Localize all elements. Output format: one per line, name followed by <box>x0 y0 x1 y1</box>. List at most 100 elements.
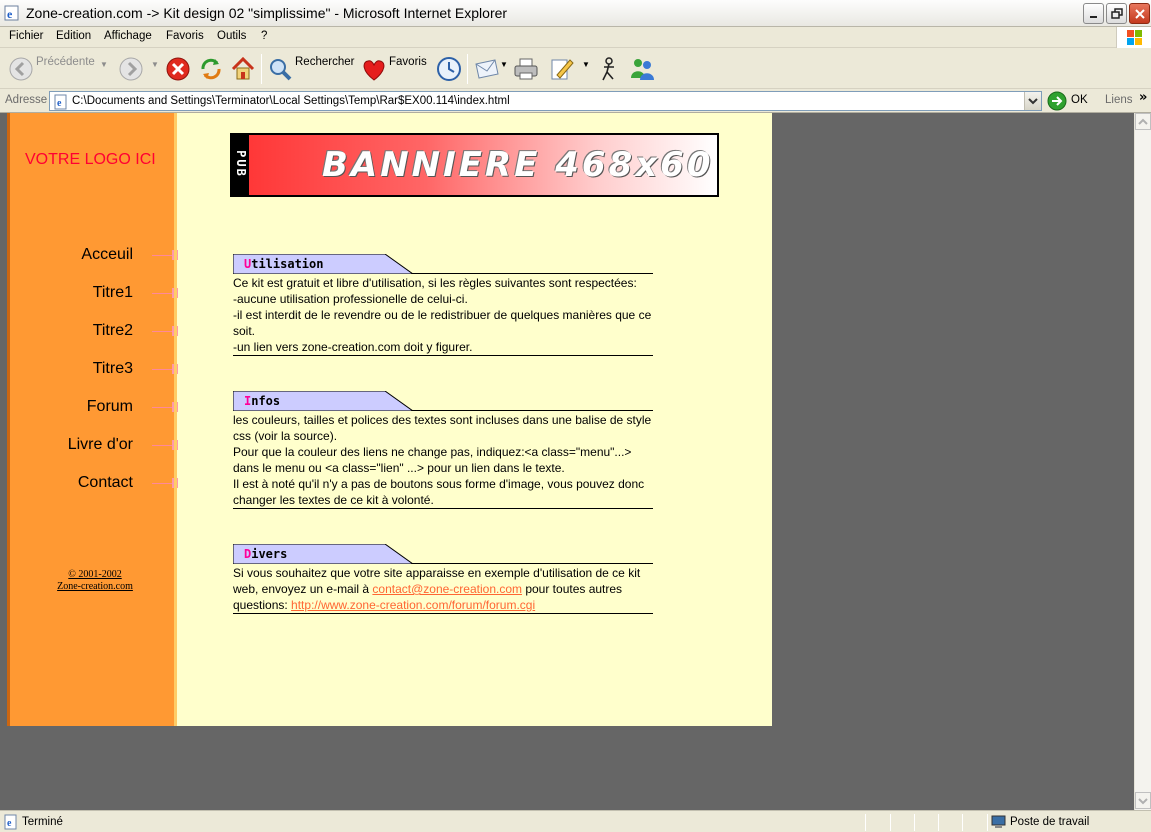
nav-connector <box>152 483 174 484</box>
minimize-button[interactable] <box>1083 3 1104 24</box>
status-separator <box>914 814 915 831</box>
restore-icon <box>1111 8 1123 19</box>
history-icon[interactable] <box>435 54 463 84</box>
paragraph: Pour que la couleur des liens ne change … <box>233 445 632 475</box>
back-button[interactable]: Précédente <box>36 56 95 68</box>
toolbar-separator <box>261 54 262 84</box>
toolbar: Précédente ▼ ▼ Rechercher Favoris ▼ ▼ <box>0 48 1151 89</box>
page-done-icon: e <box>4 814 17 830</box>
menu-favoris[interactable]: Favoris <box>166 30 204 42</box>
print-icon[interactable] <box>512 54 540 84</box>
nav-connector <box>152 293 174 294</box>
menu-outils[interactable]: Outils <box>217 30 246 42</box>
address-input[interactable]: e C:\Documents and Settings\Terminator\L… <box>49 91 1042 111</box>
nav-link-contact[interactable]: Contact <box>78 474 133 492</box>
nav-connector <box>152 331 174 332</box>
nav-link-titre1[interactable]: Titre1 <box>93 284 133 302</box>
address-label: Adresse <box>5 94 48 106</box>
address-bar: Adresse e C:\Documents and Settings\Term… <box>0 89 1151 113</box>
chevron-up-icon <box>1138 118 1148 125</box>
section-body: Ce kit est gratuit et libre d'utilisatio… <box>233 274 653 356</box>
address-dropdown-button[interactable] <box>1024 92 1041 110</box>
sidebar: VOTRE LOGO ICI Acceuil Titre1 Titre2 Tit… <box>7 113 180 726</box>
favorites-icon[interactable] <box>360 54 388 84</box>
go-button[interactable]: OK <box>1071 94 1088 106</box>
email-link[interactable]: contact@zone-creation.com <box>372 582 522 596</box>
svg-text:e: e <box>57 98 62 109</box>
back-icon[interactable] <box>8 54 34 84</box>
close-icon <box>1135 9 1145 19</box>
forward-icon[interactable] <box>118 54 144 84</box>
back-dropdown-icon[interactable]: ▼ <box>100 60 108 69</box>
section-body: Si vous souhaitez que votre site apparai… <box>233 564 653 614</box>
paragraph: les couleurs, tailles et polices des tex… <box>233 413 652 443</box>
nav-link-livre-dor[interactable]: Livre d'or <box>68 436 133 454</box>
toolbar-separator <box>467 54 468 84</box>
computer-icon <box>991 815 1006 828</box>
section-divers: Divers Si vous souhaitez que votre site … <box>233 544 653 614</box>
refresh-icon[interactable] <box>198 54 224 84</box>
search-button[interactable]: Rechercher <box>295 56 354 68</box>
menu-affichage[interactable]: Affichage <box>104 30 152 42</box>
home-icon[interactable] <box>230 54 256 84</box>
site-logo[interactable]: VOTRE LOGO ICI <box>25 151 165 169</box>
favorites-button[interactable]: Favoris <box>389 56 427 68</box>
title-bar: e Zone-creation.com -> Kit design 02 "si… <box>0 0 1151 27</box>
chevron-down-icon <box>1138 798 1148 805</box>
section-title: Infos <box>244 394 281 408</box>
go-arrow-icon[interactable] <box>1047 91 1069 111</box>
stop-icon[interactable] <box>165 54 191 84</box>
section-header: Divers <box>233 544 653 564</box>
nav-connector <box>152 369 174 370</box>
scroll-down-button[interactable] <box>1135 792 1151 809</box>
nav-link-forum[interactable]: Forum <box>87 398 133 416</box>
section-title: Utilisation <box>244 257 324 271</box>
forum-link[interactable]: http://www.zone-creation.com/forum/forum… <box>291 598 535 612</box>
banner-pub-strip: PUB <box>232 135 249 195</box>
links-button[interactable]: Liens <box>1105 94 1133 106</box>
mail-dropdown-icon[interactable]: ▼ <box>500 60 508 69</box>
security-zone: Poste de travail <box>1010 816 1090 828</box>
messenger-icon[interactable] <box>628 54 656 84</box>
mail-icon[interactable] <box>473 54 501 84</box>
search-icon[interactable] <box>267 54 293 84</box>
edit-icon[interactable] <box>548 54 576 84</box>
banner-text: BANNIERE 468x60 <box>322 145 714 185</box>
forward-dropdown-icon[interactable]: ▼ <box>151 60 159 69</box>
restore-button[interactable] <box>1106 3 1127 24</box>
banner-pub-label: PUB <box>234 150 248 178</box>
web-page: VOTRE LOGO ICI Acceuil Titre1 Titre2 Tit… <box>7 113 772 726</box>
copyright-year[interactable]: © 2001-2002 <box>68 569 121 580</box>
nav-connector <box>152 255 174 256</box>
edit-dropdown-icon[interactable]: ▼ <box>582 60 590 69</box>
nav-link-acceuil[interactable]: Acceuil <box>81 246 133 264</box>
scroll-up-button[interactable] <box>1135 113 1151 130</box>
menu-edition[interactable]: Edition <box>56 30 91 42</box>
close-button[interactable] <box>1129 3 1150 24</box>
links-chevron-icon[interactable]: » <box>1139 90 1147 105</box>
status-text: Terminé <box>22 816 63 828</box>
browser-viewport: VOTRE LOGO ICI Acceuil Titre1 Titre2 Tit… <box>0 113 1151 810</box>
section-utilisation: Utilisation Ce kit est gratuit et libre … <box>233 254 653 356</box>
nav-link-titre2[interactable]: Titre2 <box>93 322 133 340</box>
paragraph: -aucune utilisation professionelle de ce… <box>233 292 468 306</box>
status-bar: e Terminé Poste de travail <box>0 810 1151 832</box>
discuss-icon[interactable] <box>596 54 622 84</box>
copyright-site[interactable]: Zone-creation.com <box>57 581 133 592</box>
menu-help[interactable]: ? <box>261 30 267 42</box>
ad-banner[interactable]: PUB BANNIERE 468x60 <box>230 133 719 197</box>
nav-link-titre3[interactable]: Titre3 <box>93 360 133 378</box>
status-separator <box>865 814 866 831</box>
chevron-down-icon <box>1028 98 1038 105</box>
windows-flag-icon <box>1127 30 1142 45</box>
address-value: C:\Documents and Settings\Terminator\Loc… <box>72 95 510 107</box>
menu-fichier[interactable]: Fichier <box>9 30 44 42</box>
status-separator <box>962 814 963 831</box>
section-header: Utilisation <box>233 254 653 274</box>
copyright: © 2001-2002 Zone-creation.com <box>10 569 180 593</box>
svg-text:e: e <box>7 7 13 21</box>
minimize-icon <box>1090 16 1097 18</box>
status-separator <box>938 814 939 831</box>
nav-connector <box>152 445 174 446</box>
vertical-scrollbar[interactable] <box>1134 113 1151 810</box>
